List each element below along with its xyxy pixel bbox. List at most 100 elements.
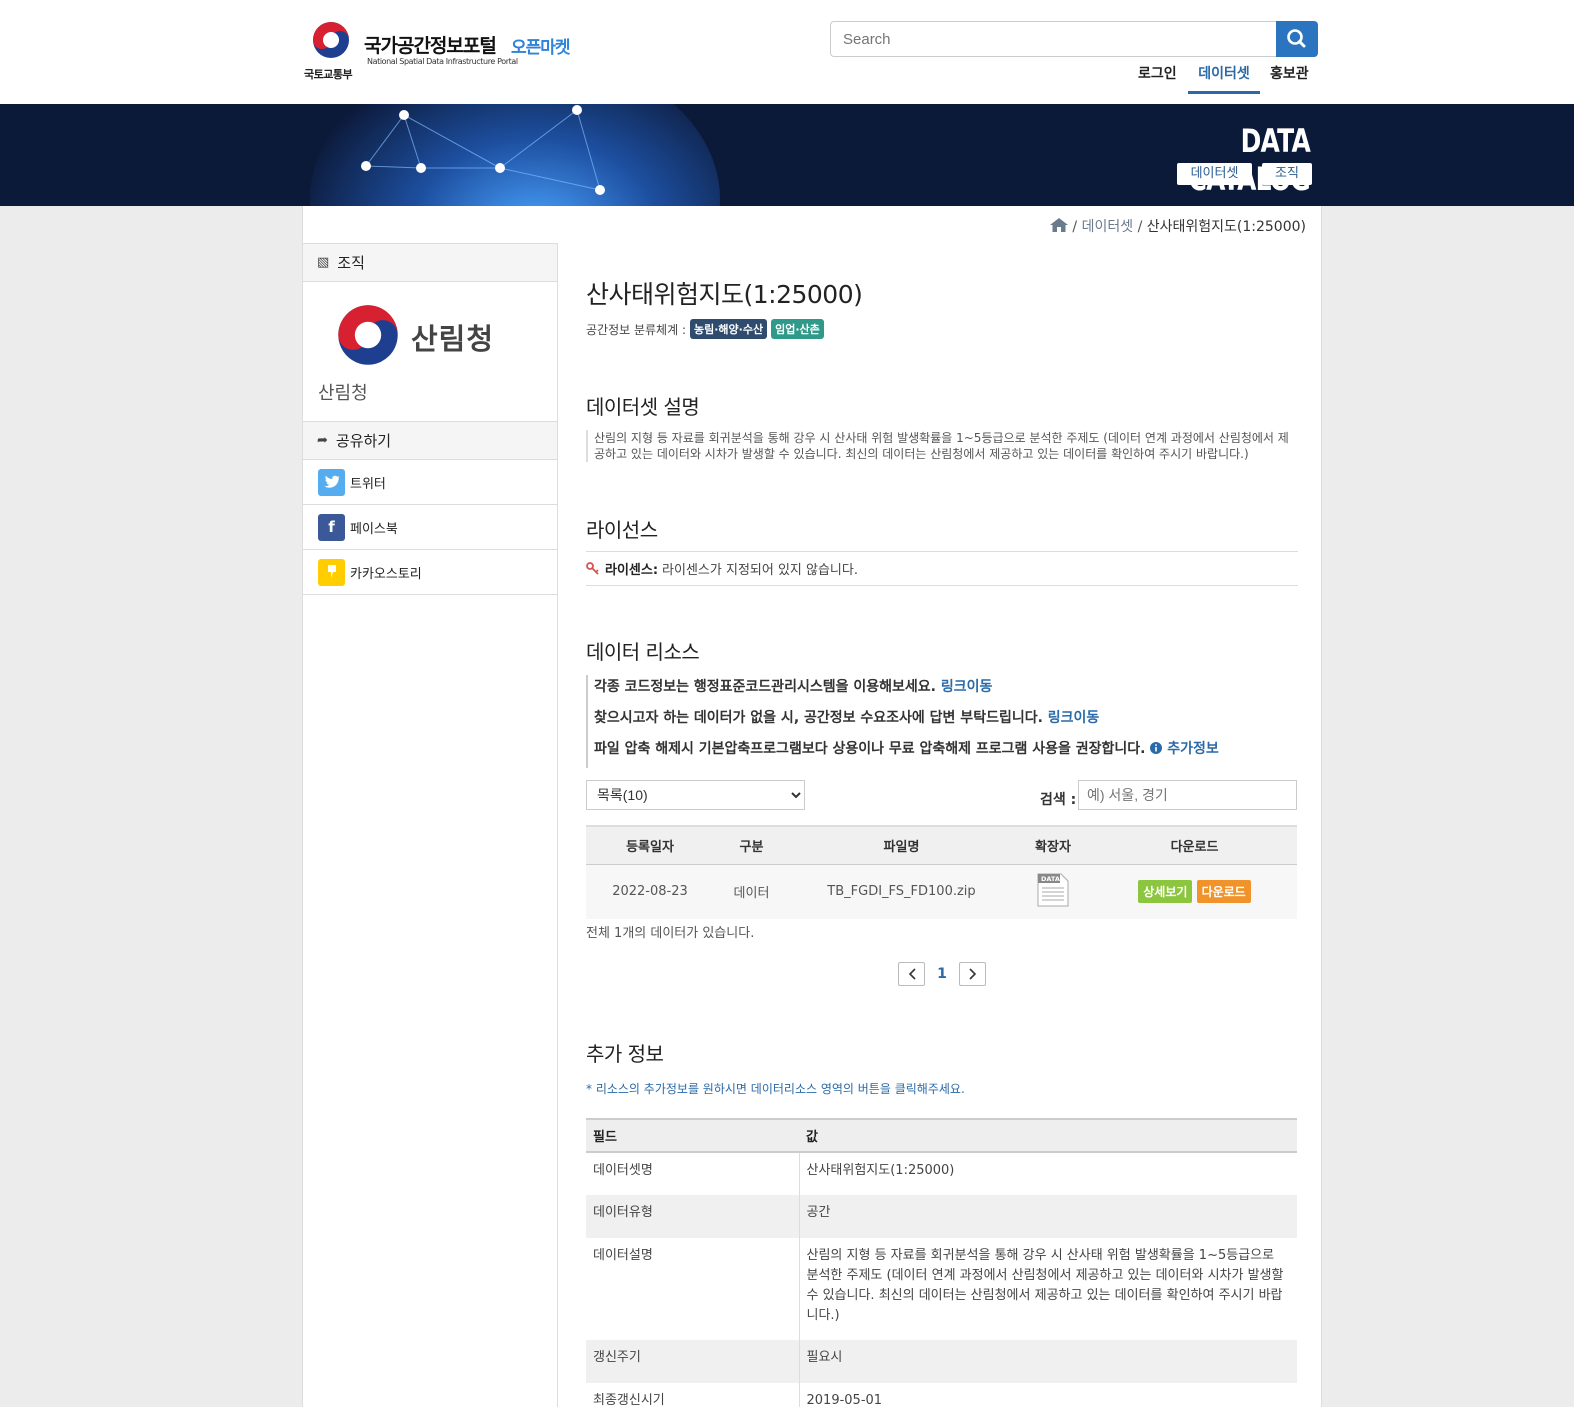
chevron-left-icon xyxy=(908,968,916,980)
col-filename: 파일명 xyxy=(789,825,1014,865)
detail-button[interactable]: 상세보기 xyxy=(1138,880,1193,904)
info-icon xyxy=(1150,742,1163,754)
resource-note-1: 각종 코드정보는 행정표준코드관리시스템을 이용해보세요. 링크이동 xyxy=(594,675,1298,706)
twitter-icon xyxy=(318,468,345,496)
prev-page-button[interactable] xyxy=(898,962,925,986)
table-row: 데이터유형 공간 xyxy=(586,1195,1297,1238)
download-button[interactable]: 다운로드 xyxy=(1196,880,1251,904)
share-twitter-label: 트위터 xyxy=(350,476,386,492)
building-icon: ▧ xyxy=(317,255,330,270)
col-field: 필드 xyxy=(586,1118,799,1153)
share-section-header: ➦ 공유하기 xyxy=(303,422,557,460)
description-heading: 데이터셋 설명 xyxy=(586,395,700,419)
breadcrumb-current: 산사태위험지도(1:25000) xyxy=(1146,219,1306,235)
table-row: 갱신주기 필요시 xyxy=(586,1340,1297,1383)
share-kakaostory[interactable]: 카카오스토리 xyxy=(303,550,557,595)
globe-network-graphic xyxy=(310,104,720,206)
site-search-input[interactable] xyxy=(830,21,1277,57)
catalog-banner: DATA CATALOG 데이터셋 조직 xyxy=(0,104,1574,206)
row-date: 2022-08-23 xyxy=(586,864,714,919)
additional-info-table: 필드 값 데이터셋명 산사태위험지도(1:25000) 데이터유형 공간 데이터… xyxy=(586,1118,1297,1407)
share-icon: ➦ xyxy=(317,433,328,448)
info-value: 산림의 지형 등 자료를 회귀분석을 통해 강우 시 산사태 위험 발생확률을 … xyxy=(799,1238,1297,1340)
org-name[interactable]: 산림청 xyxy=(303,374,557,422)
banner-chip-dataset[interactable]: 데이터셋 xyxy=(1177,163,1252,185)
license-label: 라이센스: xyxy=(605,563,659,578)
page-size-select[interactable]: 목록(10) xyxy=(586,780,805,810)
description-text: 산림의 지형 등 자료를 회귀분석을 통해 강우 시 산사태 위험 발생확률을 … xyxy=(586,430,1298,462)
resource-table-header: 등록일자 구분 파일명 확장자 다운로드 xyxy=(586,825,1297,865)
resource-notes: 각종 코드정보는 행정표준코드관리시스템을 이용해보세요. 링크이동 찾으시고자… xyxy=(586,675,1298,768)
code-system-link[interactable]: 링크이동 xyxy=(941,679,993,695)
org-logo[interactable]: 산림청 xyxy=(303,282,557,374)
resources-heading: 데이터 리소스 xyxy=(586,640,700,664)
info-field: 데이터셋명 xyxy=(586,1152,800,1195)
sidebar: ▧ 조직 산림청 산림청 ➦ 공유하기 트위터 f 페이스북 카카오스토리 xyxy=(303,243,558,1407)
col-date: 등록일자 xyxy=(586,825,714,865)
org-section-label: 조직 xyxy=(337,254,365,272)
korea-forest-service-emblem-icon xyxy=(338,305,398,365)
main-content: 산사태위험지도(1:25000) 공간정보 분류체계 : 농림·해양·수산 임업… xyxy=(586,243,1298,1407)
portal-subtitle: National Spatial Data Infrastructure Por… xyxy=(367,57,518,66)
nav-dataset[interactable]: 데이터셋 xyxy=(1188,62,1260,94)
table-row: 최종갱신시기 2019-05-01 xyxy=(586,1383,1297,1407)
extra-info-link[interactable]: 추가정보 xyxy=(1150,741,1219,757)
dataset-title: 산사태위험지도(1:25000) xyxy=(586,280,863,309)
share-facebook[interactable]: f 페이스북 xyxy=(303,505,557,550)
current-page[interactable]: 1 xyxy=(925,966,959,982)
org-logo-text: 산림청 xyxy=(411,322,495,356)
search-icon xyxy=(1287,29,1306,48)
org-section-header: ▧ 조직 xyxy=(303,244,557,282)
resource-note-3: 파일 압축 해제시 기본압축프로그램보다 상용이나 무료 압축해제 프로그램 사… xyxy=(594,737,1298,768)
search-button[interactable] xyxy=(1276,21,1318,57)
next-page-button[interactable] xyxy=(959,962,986,986)
portal-logo[interactable]: 국토교통부 국가공간정보포털 오픈마켓 National Spatial Dat… xyxy=(303,20,593,82)
license-row: 라이센스: 라이센스가 지정되어 있지 않습니다. xyxy=(586,551,1298,586)
share-section-label: 공유하기 xyxy=(335,432,392,450)
facebook-icon: f xyxy=(318,513,345,541)
resource-note-1-text: 각종 코드정보는 행정표준코드관리시스템을 이용해보세요. xyxy=(594,679,936,695)
nav-login[interactable]: 로그인 xyxy=(1138,62,1177,94)
col-value: 값 xyxy=(799,1118,1297,1153)
key-icon xyxy=(586,561,599,575)
nav-promotion[interactable]: 홍보관 xyxy=(1270,62,1309,94)
total-count: 전체 1개의 데이터가 있습니다. xyxy=(586,926,755,941)
home-icon[interactable] xyxy=(1049,218,1068,232)
classification-label: 공간정보 분류체계 : xyxy=(586,322,686,337)
row-type: 데이터 xyxy=(714,864,789,919)
col-extension: 확장자 xyxy=(1014,825,1092,865)
resource-table: 등록일자 구분 파일명 확장자 다운로드 2022-08-23 데이터 TB_F… xyxy=(586,825,1297,919)
info-value: 필요시 xyxy=(799,1340,1297,1383)
row-actions: 상세보기 다운로드 xyxy=(1092,864,1297,919)
tag-agriculture[interactable]: 농림·해양·수산 xyxy=(690,319,768,339)
col-type: 구분 xyxy=(714,825,789,865)
tag-forestry[interactable]: 임업·산촌 xyxy=(771,319,824,339)
resource-note-3-text: 파일 압축 해제시 기본압축프로그램보다 상용이나 무료 압축해제 프로그램 사… xyxy=(594,741,1146,757)
breadcrumb: / 데이터셋 / 산사태위험지도(1:25000) xyxy=(1049,216,1306,236)
info-field: 데이터유형 xyxy=(586,1195,800,1238)
col-download: 다운로드 xyxy=(1092,825,1297,865)
data-file-icon: DATA xyxy=(1037,873,1069,907)
info-table-header: 필드 값 xyxy=(586,1118,1297,1153)
info-value: 산사태위험지도(1:25000) xyxy=(799,1152,1297,1195)
license-heading: 라이선스 xyxy=(586,518,658,542)
ministry-name: 국토교통부 xyxy=(304,68,353,81)
breadcrumb-dataset-link[interactable]: 데이터셋 xyxy=(1082,219,1134,235)
survey-link[interactable]: 링크이동 xyxy=(1048,710,1100,726)
government-emblem-icon xyxy=(313,22,349,58)
classification-line: 공간정보 분류체계 : 농림·해양·수산 임업·산촌 xyxy=(586,319,1298,339)
extra-info-link-label: 추가정보 xyxy=(1167,741,1219,757)
portal-market-label: 오픈마켓 xyxy=(511,38,571,58)
additional-info-heading: 추가 정보 xyxy=(586,1042,664,1066)
table-row: 2022-08-23 데이터 TB_FGDI_FS_FD100.zip DATA xyxy=(586,864,1297,919)
info-field: 데이터설명 xyxy=(586,1238,800,1340)
portal-title: 국가공간정보포털 xyxy=(364,35,497,57)
share-twitter[interactable]: 트위터 xyxy=(303,460,557,505)
resource-note-2: 찾으시고자 하는 데이터가 없을 시, 공간정보 수요조사에 답변 부탁드립니다… xyxy=(594,706,1298,737)
resource-note-2-text: 찾으시고자 하는 데이터가 없을 시, 공간정보 수요조사에 답변 부탁드립니다… xyxy=(594,710,1043,726)
banner-chip-organization[interactable]: 조직 xyxy=(1262,163,1312,185)
table-row: 데이터셋명 산사태위험지도(1:25000) xyxy=(586,1152,1297,1195)
row-extension: DATA xyxy=(1014,864,1092,919)
resource-search-input[interactable] xyxy=(1078,780,1297,810)
info-value: 2019-05-01 xyxy=(799,1383,1297,1407)
